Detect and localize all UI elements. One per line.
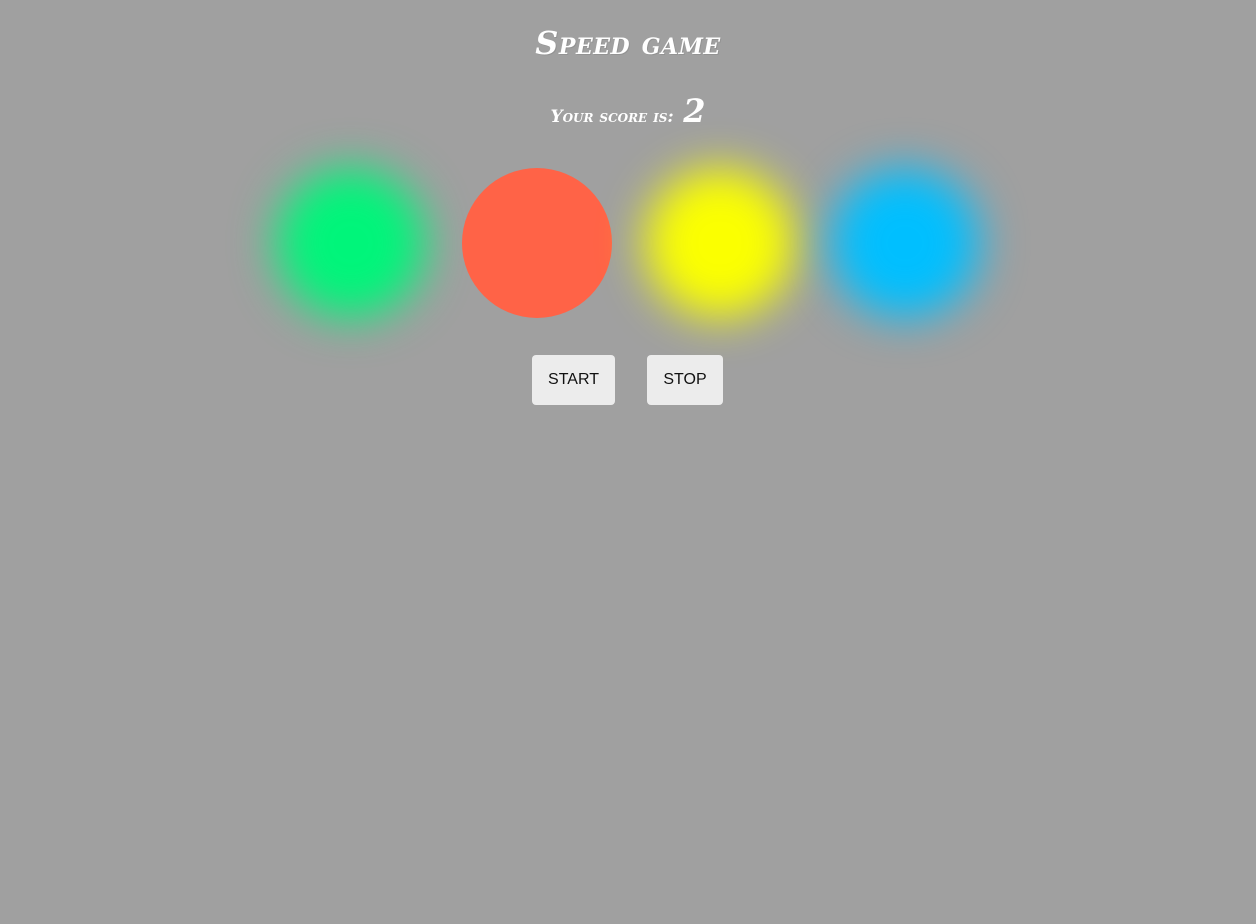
circle-yellow[interactable] bbox=[645, 168, 795, 318]
game-page: Speed game Your score is: 2 START STOP bbox=[0, 0, 1256, 924]
start-button[interactable]: START bbox=[532, 355, 615, 405]
score-display: Your score is: 2 bbox=[0, 92, 1256, 130]
score-label: Your score is: bbox=[550, 107, 674, 127]
circle-green[interactable] bbox=[276, 168, 426, 318]
circle-blue[interactable] bbox=[830, 168, 980, 318]
page-title: Speed game bbox=[535, 24, 721, 62]
stop-button[interactable]: STOP bbox=[647, 355, 723, 405]
circle-red[interactable] bbox=[462, 168, 612, 318]
score-value: 2 bbox=[683, 92, 706, 130]
